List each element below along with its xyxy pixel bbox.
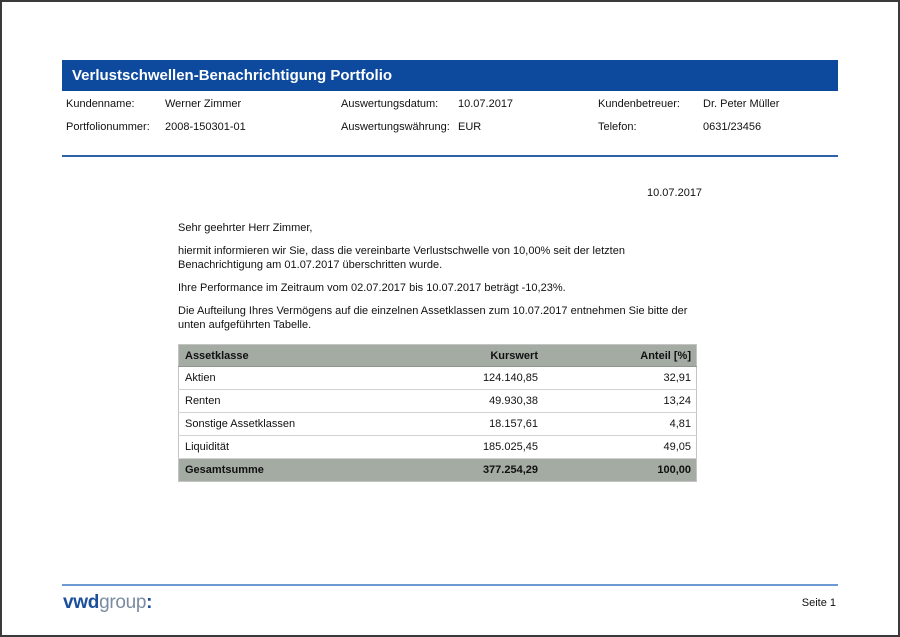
paragraph-performance: Ihre Performance im Zeitraum vom 02.07.2… <box>178 281 705 295</box>
footer-divider <box>62 584 838 586</box>
kundenbetreuer-value: Dr. Peter Müller <box>703 98 838 110</box>
cell-total-anteil: 100,00 <box>542 459 697 482</box>
cell-assetklasse: Liquidität <box>179 436 409 459</box>
cell-anteil: 4,81 <box>542 413 697 436</box>
auswertungsdatum-value: 10.07.2017 <box>458 98 598 110</box>
telefon-label: Telefon: <box>598 121 703 133</box>
vwd-group-logo: vwdgroup: <box>63 592 152 614</box>
cell-kurswert: 124.140,85 <box>408 367 542 390</box>
cell-kurswert: 185.025,45 <box>408 436 542 459</box>
cell-anteil: 49,05 <box>542 436 697 459</box>
header-divider <box>62 155 838 157</box>
logo-colon: : <box>146 592 152 613</box>
cell-anteil: 13,24 <box>542 390 697 413</box>
column-header-kurswert: Kurswert <box>408 345 542 367</box>
table-row-liquiditaet: Liquidität 185.025,45 49,05 <box>179 436 697 459</box>
cell-anteil: 32,91 <box>542 367 697 390</box>
auswertungswaehrung-value: EUR <box>458 121 598 133</box>
column-header-anteil: Anteil [%] <box>542 345 697 367</box>
document-title: Verlustschwellen-Benachrichtigung Portfo… <box>72 67 392 84</box>
telefon-value: 0631/23456 <box>703 121 838 133</box>
cell-assetklasse: Aktien <box>179 367 409 390</box>
letter-date: 10.07.2017 <box>647 187 702 199</box>
logo-vwd: vwd <box>63 592 99 613</box>
document-page: Verlustschwellen-Benachrichtigung Portfo… <box>2 2 898 635</box>
paragraph-allocation: Die Aufteilung Ihres Vermögens auf die e… <box>178 304 705 332</box>
salutation: Sehr geehrter Herr Zimmer, <box>178 221 705 235</box>
table-row-gesamtsumme: Gesamtsumme 377.254,29 100,00 <box>179 459 697 482</box>
cell-assetklasse: Sonstige Assetklassen <box>179 413 409 436</box>
portfolionummer-value: 2008-150301-01 <box>165 121 341 133</box>
column-header-assetklasse: Assetklasse <box>179 345 409 367</box>
kundenbetreuer-label: Kundenbetreuer: <box>598 98 703 110</box>
cell-kurswert: 49.930,38 <box>408 390 542 413</box>
table-row-sonstige: Sonstige Assetklassen 18.157,61 4,81 <box>179 413 697 436</box>
asset-allocation-table: Assetklasse Kurswert Anteil [%] Aktien 1… <box>178 344 697 482</box>
table-row-renten: Renten 49.930,38 13,24 <box>179 390 697 413</box>
cell-total-label: Gesamtsumme <box>179 459 409 482</box>
paragraph-threshold: hiermit informieren wir Sie, dass die ve… <box>178 244 705 272</box>
letter-body: Sehr geehrter Herr Zimmer, hiermit infor… <box>178 221 705 341</box>
table-header-row: Assetklasse Kurswert Anteil [%] <box>179 345 697 367</box>
kundenname-label: Kundenname: <box>66 98 165 110</box>
kundenname-value: Werner Zimmer <box>165 98 341 110</box>
portfolionummer-label: Portfolionummer: <box>66 121 165 133</box>
table-row-aktien: Aktien 124.140,85 32,91 <box>179 367 697 390</box>
title-bar: Verlustschwellen-Benachrichtigung Portfo… <box>62 60 838 91</box>
info-row-2: Portfolionummer: 2008-150301-01 Auswertu… <box>66 115 838 138</box>
info-row-1: Kundenname: Werner Zimmer Auswertungsdat… <box>66 92 838 115</box>
cell-assetklasse: Renten <box>179 390 409 413</box>
logo-group: group <box>99 592 146 613</box>
cell-kurswert: 18.157,61 <box>408 413 542 436</box>
auswertungswaehrung-label: Auswertungswährung: <box>341 121 458 133</box>
customer-info-grid: Kundenname: Werner Zimmer Auswertungsdat… <box>62 92 838 138</box>
auswertungsdatum-label: Auswertungsdatum: <box>341 98 458 110</box>
cell-total-kurswert: 377.254,29 <box>408 459 542 482</box>
page-number: Seite 1 <box>802 597 836 609</box>
